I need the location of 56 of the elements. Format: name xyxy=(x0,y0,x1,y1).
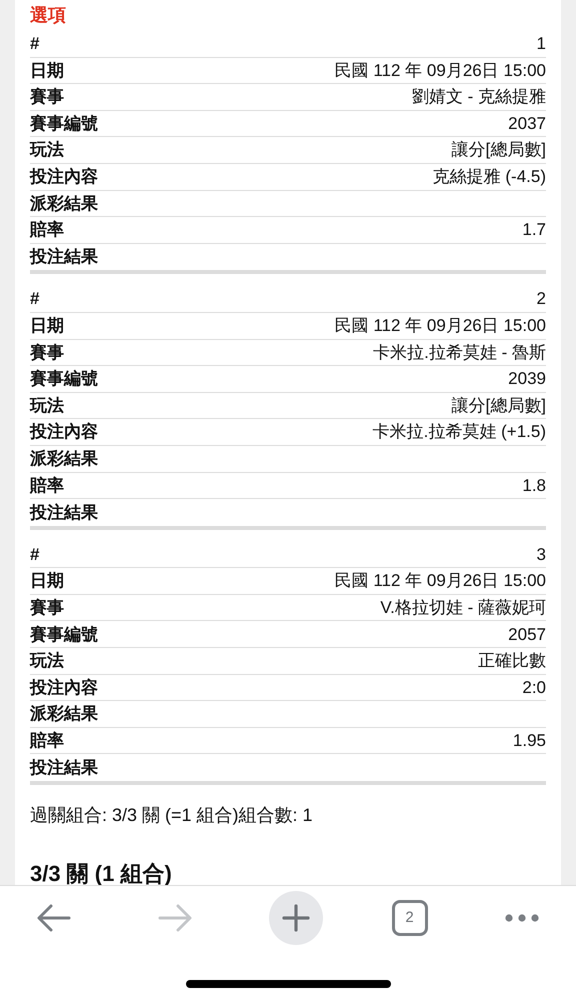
field-label: 派彩結果 xyxy=(30,448,98,470)
field-label: 賽事編號 xyxy=(30,112,98,135)
left-arrow-icon xyxy=(37,904,71,932)
field-value: 2:0 xyxy=(522,676,546,699)
field-label: 投注結果 xyxy=(30,246,98,268)
field-value: 民國 112 年 09月26日 15:00 xyxy=(334,570,546,592)
field-value: 1.8 xyxy=(522,474,546,497)
field-label: 日期 xyxy=(30,60,64,82)
field-label: 派彩結果 xyxy=(30,703,98,726)
field-label: 賽事編號 xyxy=(30,368,98,390)
field-value: V.格拉切娃 - 薩薇妮珂 xyxy=(380,596,546,619)
field-label: 日期 xyxy=(30,314,64,337)
field-value: 2037 xyxy=(508,112,546,135)
field-label: # xyxy=(30,288,40,310)
field-value: 2 xyxy=(536,288,546,310)
field-value: 2039 xyxy=(508,368,546,390)
field-label: 日期 xyxy=(30,570,64,592)
combination-summary: 過關組合: 3/3 關 (=1 組合)組合數: 1 xyxy=(30,804,314,828)
field-label: 派彩結果 xyxy=(30,192,98,215)
field-label: 賽事 xyxy=(30,342,64,364)
field-value: 民國 112 年 09月26日 15:00 xyxy=(334,60,546,82)
tab-count-button[interactable]: 2 xyxy=(392,900,428,936)
field-label: # xyxy=(30,544,40,566)
field-label: 賽事 xyxy=(30,596,64,619)
field-label: 投注內容 xyxy=(30,421,98,444)
field-label: 投注結果 xyxy=(30,502,98,524)
field-label: 玩法 xyxy=(30,650,64,672)
field-value: 讓分[總局數] xyxy=(452,394,546,417)
field-value: 卡米拉.拉希莫娃 (+1.5) xyxy=(372,421,546,444)
field-value: 劉婧文 - 克絲提雅 xyxy=(412,86,546,108)
field-value: 1 xyxy=(536,33,546,56)
field-label: 投注結果 xyxy=(30,756,98,779)
field-value: 卡米拉.拉希莫娃 - 魯斯 xyxy=(373,342,546,364)
field-label: # xyxy=(30,33,40,56)
field-label: 投注內容 xyxy=(30,676,98,699)
field-value: 克絲提雅 (-4.5) xyxy=(432,166,546,188)
right-arrow-icon xyxy=(158,904,192,932)
field-value: 民國 112 年 09月26日 15:00 xyxy=(334,314,546,337)
field-value: 正確比數 xyxy=(478,650,546,672)
field-value: 讓分[總局數] xyxy=(452,139,546,162)
field-value: 1.95 xyxy=(512,730,546,752)
field-label: 投注內容 xyxy=(30,166,98,188)
field-value: 2057 xyxy=(508,624,546,646)
field-label: 賽事 xyxy=(30,86,64,108)
more-icon xyxy=(505,914,539,922)
plus-icon xyxy=(282,904,310,932)
field-value: 1.7 xyxy=(522,219,546,242)
field-value: 3 xyxy=(536,544,546,566)
section-title: 選項 xyxy=(30,4,67,27)
field-label: 賽事編號 xyxy=(30,624,98,646)
field-label: 賠率 xyxy=(30,730,64,752)
field-label: 玩法 xyxy=(30,139,64,162)
combination-heading: 3/3 關 (1 組合) xyxy=(30,861,173,888)
field-label: 玩法 xyxy=(30,394,64,417)
field-label: 賠率 xyxy=(30,474,64,497)
field-label: 賠率 xyxy=(30,219,64,242)
